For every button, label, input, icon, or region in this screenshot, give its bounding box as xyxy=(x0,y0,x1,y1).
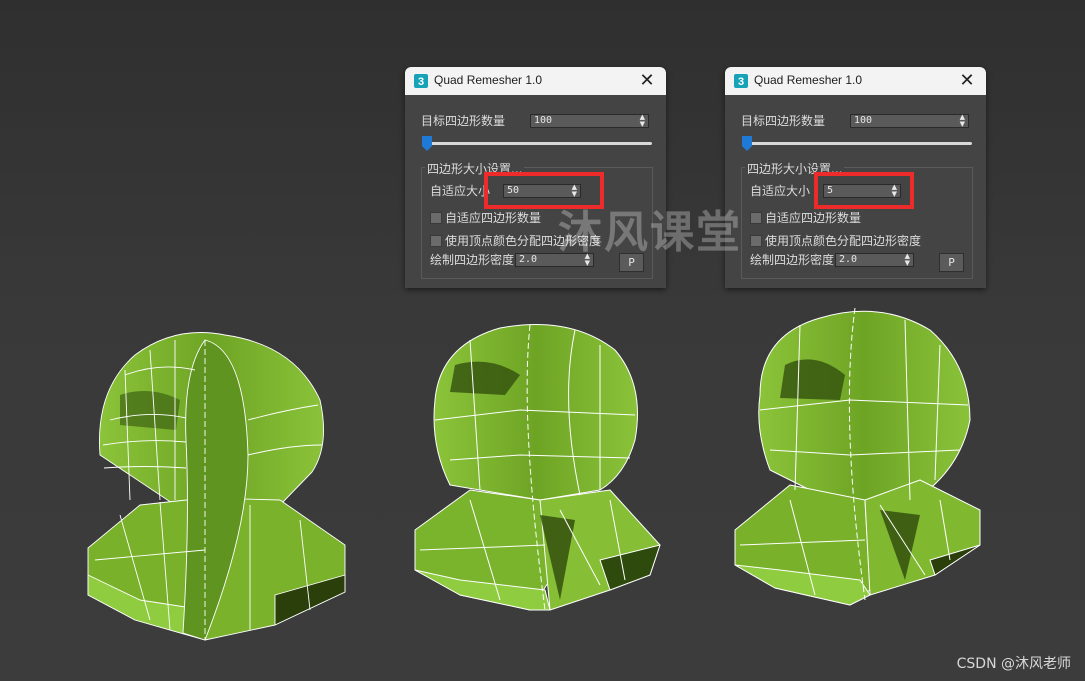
spinner-value: 100 xyxy=(534,115,553,126)
adaptive-quad-count-checkbox[interactable] xyxy=(750,212,762,224)
svg-text:3: 3 xyxy=(418,76,424,88)
target-quad-count-label: 目标四边形数量 xyxy=(421,114,506,128)
credit-text: CSDN @沐风老师 xyxy=(956,656,1071,672)
quad-count-slider-track[interactable] xyxy=(742,142,972,145)
spinner-value: 2.0 xyxy=(839,254,858,265)
spinner-arrows-icon[interactable]: ▲ ▼ xyxy=(960,114,965,128)
paint-density-label: 绘制四边形密度 xyxy=(430,253,515,267)
quad-count-slider-thumb[interactable] xyxy=(742,136,752,151)
adaptive-size-label: 自适应大小 xyxy=(430,184,491,198)
svg-text:3: 3 xyxy=(738,76,744,88)
paint-density-spinner[interactable]: 2.0 ▲ ▼ xyxy=(835,253,914,267)
3ds-max-app-icon: 3 xyxy=(734,74,748,88)
dialog-title: Quad Remesher 1.0 xyxy=(754,73,863,87)
target-quad-count-spinner[interactable]: 100 ▲ ▼ xyxy=(530,114,649,128)
adaptive-quad-count-label: 自适应四边形数量 xyxy=(445,211,542,225)
spinner-arrows-icon[interactable]: ▲ ▼ xyxy=(640,114,645,128)
adaptive-quad-count-label: 自适应四边形数量 xyxy=(765,211,862,225)
mesh-model-adaptive-5 xyxy=(734,307,981,606)
use-vertex-color-checkbox[interactable] xyxy=(430,235,442,247)
watermark-text: 沐风课堂 xyxy=(558,207,742,258)
quad-count-slider-track[interactable] xyxy=(422,142,652,145)
spinner-value: 100 xyxy=(854,115,873,126)
close-icon[interactable]: ✕ xyxy=(956,70,978,92)
target-quad-count-label: 目标四边形数量 xyxy=(741,114,826,128)
dialog-titlebar[interactable]: 3 Quad Remesher 1.0 ✕ xyxy=(725,67,986,95)
adaptive-size-label: 自适应大小 xyxy=(750,184,811,198)
paint-button[interactable]: P xyxy=(939,253,964,272)
dialog-title: Quad Remesher 1.0 xyxy=(434,73,543,87)
quad-remesher-dialog-2[interactable]: 3 Quad Remesher 1.0 ✕ 目标四边形数量 100 ▲ ▼ 四边形… xyxy=(725,67,986,288)
adaptive-size-highlight-box xyxy=(814,172,914,209)
use-vertex-color-label: 使用顶点颜色分配四边形密度 xyxy=(765,234,922,248)
dialog-titlebar[interactable]: 3 Quad Remesher 1.0 ✕ xyxy=(405,67,666,95)
quad-count-slider-thumb[interactable] xyxy=(422,136,432,151)
spinner-value: 2.0 xyxy=(519,254,538,265)
mesh-model-original xyxy=(87,332,346,641)
mesh-model-adaptive-50 xyxy=(414,324,661,611)
paint-density-label: 绘制四边形密度 xyxy=(750,253,835,267)
spinner-arrows-icon[interactable]: ▲ ▼ xyxy=(905,253,910,267)
use-vertex-color-checkbox[interactable] xyxy=(750,235,762,247)
target-quad-count-spinner[interactable]: 100 ▲ ▼ xyxy=(850,114,969,128)
3ds-max-app-icon: 3 xyxy=(414,74,428,88)
adaptive-quad-count-checkbox[interactable] xyxy=(430,212,442,224)
close-icon[interactable]: ✕ xyxy=(636,70,658,92)
